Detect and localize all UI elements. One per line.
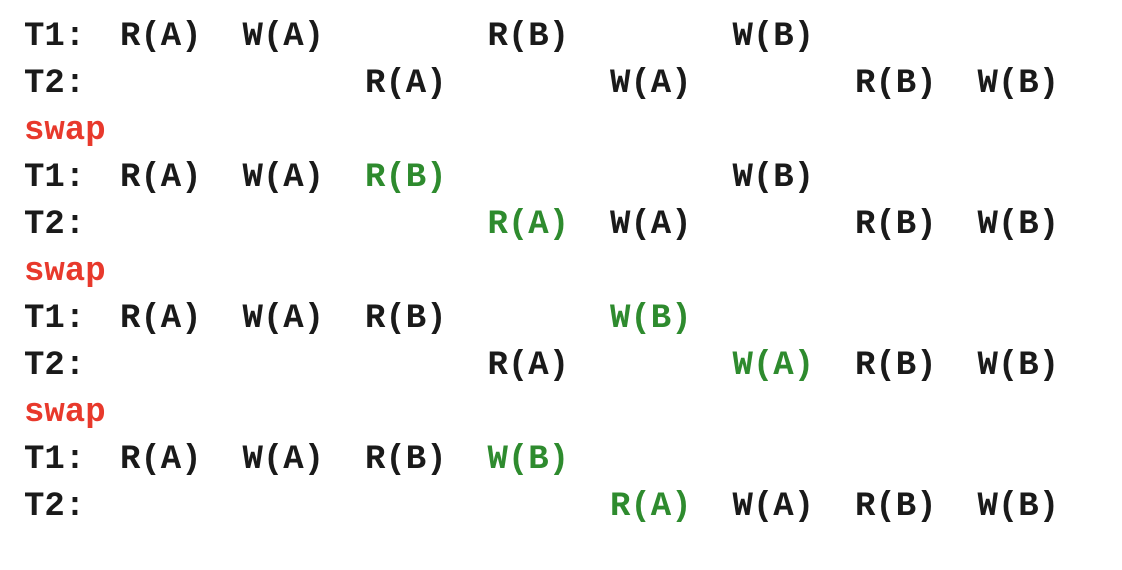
operation: R(A) <box>120 18 202 56</box>
operation: W(B) <box>977 488 1060 526</box>
operation: R(B) <box>365 441 447 479</box>
swap-label: swap <box>24 112 106 150</box>
operation: R(B) <box>487 18 570 56</box>
operation: W(B) <box>977 347 1060 385</box>
operation: R(A) <box>120 300 202 338</box>
transaction-label: T1: <box>24 159 86 197</box>
swap-label: swap <box>24 253 106 291</box>
operation: R(A) <box>365 65 447 103</box>
operation: W(B) <box>977 206 1060 244</box>
transaction-label: T1: <box>24 441 86 479</box>
operation: W(A) <box>242 441 325 479</box>
operation: R(B) <box>855 347 937 385</box>
operation: R(A) <box>487 347 570 385</box>
operation: R(B) <box>855 488 937 526</box>
operation: W(A) <box>610 206 692 244</box>
transaction-label: T2: <box>24 65 86 103</box>
operation: W(A) <box>242 159 325 197</box>
operation: R(B) <box>855 65 937 103</box>
operation: W(B) <box>732 159 815 197</box>
operation: W(B) <box>732 18 815 56</box>
swapped-operation: R(B) <box>365 159 447 197</box>
operation: W(A) <box>732 488 815 526</box>
operation: W(A) <box>242 300 325 338</box>
operation: R(A) <box>120 159 202 197</box>
operation: R(A) <box>120 441 202 479</box>
operation: R(B) <box>855 206 937 244</box>
swap-label: swap <box>24 394 106 432</box>
operation: W(A) <box>242 18 325 56</box>
operation: W(B) <box>977 65 1060 103</box>
swapped-operation: R(A) <box>610 488 692 526</box>
swapped-operation: W(B) <box>610 300 692 338</box>
transaction-label: T2: <box>24 206 86 244</box>
swapped-operation: W(A) <box>732 347 815 385</box>
operation: W(A) <box>610 65 692 103</box>
swapped-operation: R(A) <box>487 206 570 244</box>
transaction-label: T1: <box>24 300 86 338</box>
transaction-label: T2: <box>24 488 86 526</box>
transaction-label: T2: <box>24 347 86 385</box>
operation: R(B) <box>365 300 447 338</box>
transaction-label: T1: <box>24 18 86 56</box>
swapped-operation: W(B) <box>487 441 570 479</box>
